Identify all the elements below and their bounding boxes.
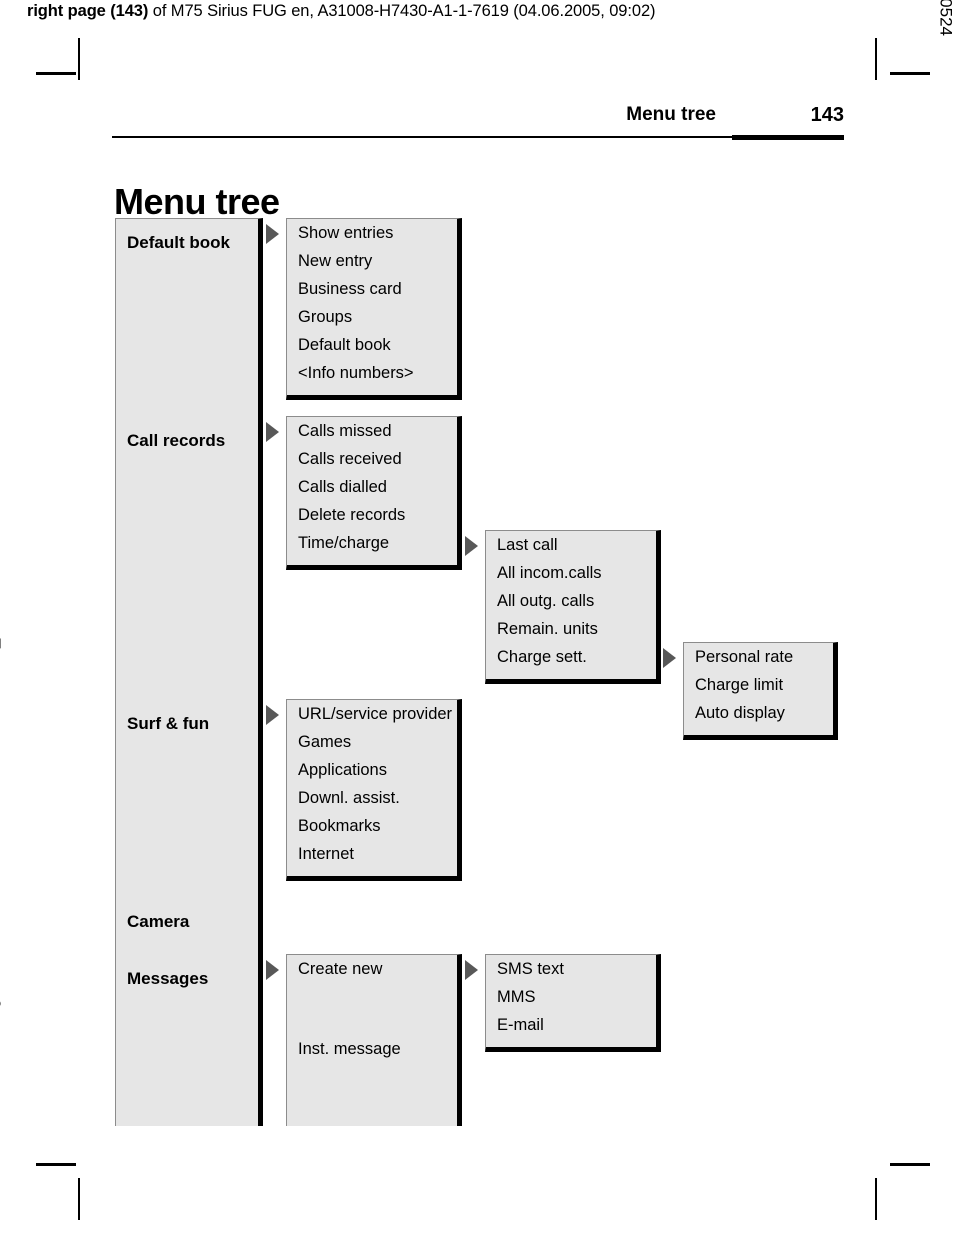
menu-item-new-entry[interactable]: New entry [298,253,372,270]
menu-item-remain-units[interactable]: Remain. units [497,621,598,638]
menu-item-camera[interactable]: Camera [127,913,189,930]
menu-item-url-service-provider[interactable]: URL/service provider [298,706,452,723]
menu-item-charge-limit[interactable]: Charge limit [695,677,783,694]
menu-item-e-mail[interactable]: E-mail [497,1017,544,1034]
menu-item-surf-fun[interactable]: Surf & fun [127,715,209,732]
menu-item-business-card[interactable]: Business card [298,281,402,298]
menu-item-last-call[interactable]: Last call [497,537,558,554]
submenu-arrow-call-records [266,422,279,442]
submenu-arrow-charge-settings [663,648,676,668]
submenu-arrow-surf-and-fun [266,705,279,725]
menu-level3-create-new: SMS text MMS E-mail [485,954,661,1052]
menu-item-charge-sett[interactable]: Charge sett. [497,649,587,666]
menu-item-default-book[interactable]: Default book [298,337,391,354]
menu-item-groups[interactable]: Groups [298,309,352,326]
menu-item-calls-missed[interactable]: Calls missed [298,423,392,440]
menu-item-create-new[interactable]: Create new [298,961,382,978]
menu-item-sms-text[interactable]: SMS text [497,961,564,978]
menu-item-all-incom-calls[interactable]: All incom.calls [497,565,602,582]
menu-level2-messages: Create new Inst. message [286,954,462,1126]
menu-item-auto-display[interactable]: Auto display [695,705,785,722]
menu-level1-column: Default book Call records Surf & fun Camera… [115,218,263,1126]
menu-item-default-book[interactable]: Default book [127,234,230,251]
menu-item-applications[interactable]: Applications [298,762,387,779]
menu-level2-default-book: Show entries New entry Business card Groups… [286,218,462,400]
submenu-arrow-create-new [465,960,478,980]
menu-item-delete-records[interactable]: Delete records [298,507,405,524]
menu-item-mms[interactable]: MMS [497,989,536,1006]
menu-item-show-entries[interactable]: Show entries [298,225,393,242]
submenu-arrow-default-book [266,224,279,244]
menu-item-all-outg-calls[interactable]: All outg. calls [497,593,594,610]
menu-item-internet[interactable]: Internet [298,846,354,863]
submenu-arrow-messages [266,960,279,980]
menu-item-time-charge[interactable]: Time/charge [298,535,389,552]
menu-level2-call-records: Calls missed Calls received Calls dialled D… [286,416,462,570]
menu-item-calls-dialled[interactable]: Calls dialled [298,479,387,496]
menu-item-downl-assist[interactable]: Downl. assist. [298,790,400,807]
submenu-arrow-time-charge [465,536,478,556]
menu-item-personal-rate[interactable]: Personal rate [695,649,793,666]
menu-level2-surf-and-fun: URL/service provider Games Applications Dow… [286,699,462,881]
menu-item-bookmarks[interactable]: Bookmarks [298,818,381,835]
menu-item-messages[interactable]: Messages [127,970,208,987]
menu-item-calls-received[interactable]: Calls received [298,451,402,468]
menu-item-call-records[interactable]: Call records [127,432,225,449]
menu-item-games[interactable]: Games [298,734,351,751]
menu-tree-diagram: Default book Call records Surf & fun Camera… [0,0,954,1246]
menu-item-inst-message[interactable]: Inst. message [298,1041,401,1058]
menu-level3-time-charge: Last call All incom.calls All outg. calls R… [485,530,661,684]
menu-level4-charge-settings: Personal rate Charge limit Auto display [683,642,838,740]
menu-item-info-numbers[interactable]: <Info numbers> [298,365,414,382]
